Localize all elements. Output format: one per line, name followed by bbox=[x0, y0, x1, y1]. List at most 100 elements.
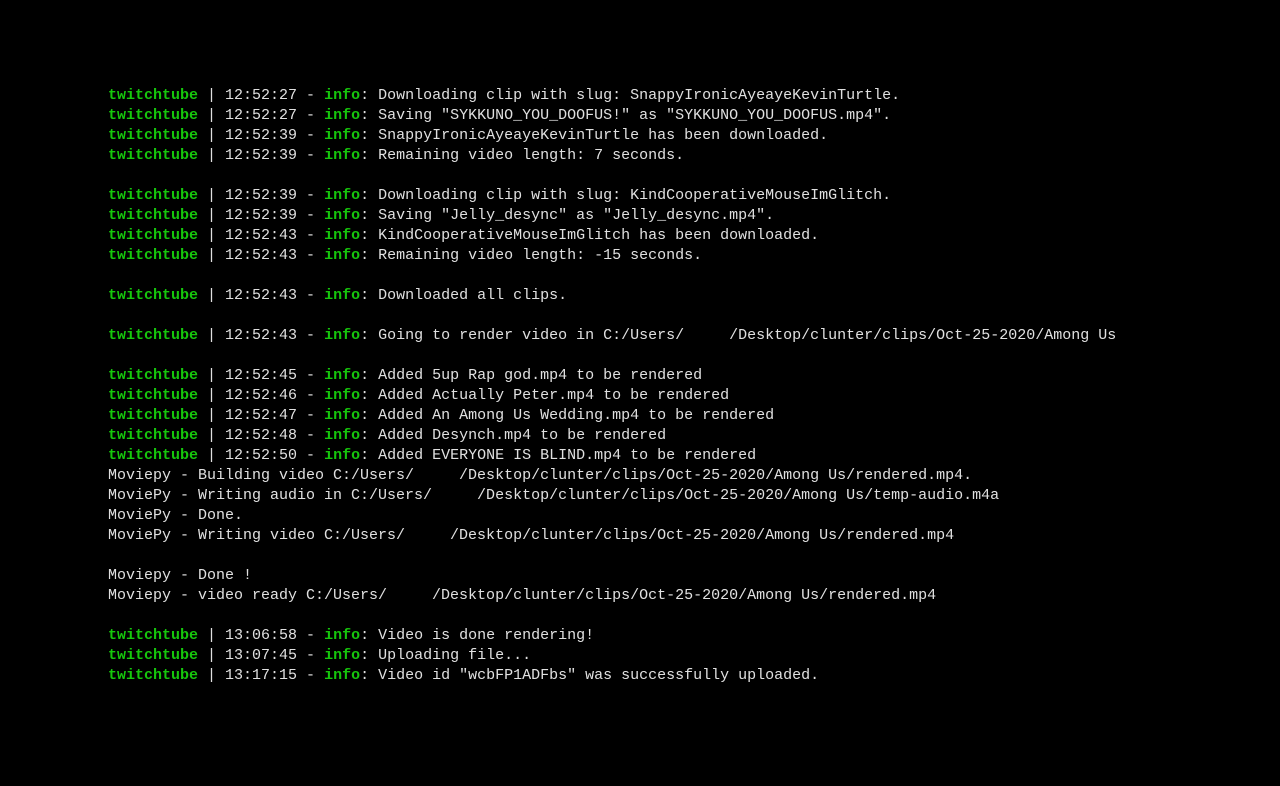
log-line: twitchtube | 12:52:27 - info: Downloadin… bbox=[108, 86, 1280, 106]
log-message: Added An Among Us Wedding.mp4 to be rend… bbox=[378, 407, 774, 424]
separator: | bbox=[198, 247, 225, 264]
log-level: info bbox=[324, 447, 360, 464]
log-line: twitchtube | 12:52:43 - info: Downloaded… bbox=[108, 286, 1280, 306]
plain-text: MoviePy - Writing audio in C:/Users/ /De… bbox=[108, 487, 999, 504]
plain-line: Moviepy - Done ! bbox=[108, 566, 1280, 586]
timestamp: 12:52:43 bbox=[225, 247, 297, 264]
timestamp: 12:52:50 bbox=[225, 447, 297, 464]
log-message: Saving "Jelly_desync" as "Jelly_desync.m… bbox=[378, 207, 774, 224]
timestamp: 12:52:39 bbox=[225, 147, 297, 164]
separator: : bbox=[360, 367, 378, 384]
app-tag: twitchtube bbox=[108, 627, 198, 644]
separator: : bbox=[360, 627, 378, 644]
log-level: info bbox=[324, 327, 360, 344]
timestamp: 13:17:15 bbox=[225, 667, 297, 684]
log-message: Going to render video in C:/Users/ /Desk… bbox=[378, 327, 1116, 344]
separator: - bbox=[297, 207, 324, 224]
plain-text: Moviepy - Done ! bbox=[108, 567, 252, 584]
blank-line bbox=[108, 306, 1280, 326]
log-message: Added Actually Peter.mp4 to be rendered bbox=[378, 387, 729, 404]
log-line: twitchtube | 12:52:43 - info: Going to r… bbox=[108, 326, 1280, 346]
timestamp: 12:52:48 bbox=[225, 427, 297, 444]
separator: - bbox=[297, 127, 324, 144]
log-level: info bbox=[324, 207, 360, 224]
separator: | bbox=[198, 367, 225, 384]
log-level: info bbox=[324, 107, 360, 124]
separator: | bbox=[198, 427, 225, 444]
separator: : bbox=[360, 207, 378, 224]
log-line: twitchtube | 12:52:39 - info: Saving "Je… bbox=[108, 206, 1280, 226]
separator: | bbox=[198, 147, 225, 164]
log-message: Added 5up Rap god.mp4 to be rendered bbox=[378, 367, 702, 384]
separator: : bbox=[360, 187, 378, 204]
timestamp: 12:52:45 bbox=[225, 367, 297, 384]
separator: : bbox=[360, 447, 378, 464]
log-level: info bbox=[324, 427, 360, 444]
timestamp: 12:52:47 bbox=[225, 407, 297, 424]
app-tag: twitchtube bbox=[108, 127, 198, 144]
log-line: twitchtube | 12:52:48 - info: Added Desy… bbox=[108, 426, 1280, 446]
separator: - bbox=[297, 427, 324, 444]
log-message: Video id "wcbFP1ADFbs" was successfully … bbox=[378, 667, 819, 684]
log-level: info bbox=[324, 367, 360, 384]
plain-text: MoviePy - Done. bbox=[108, 507, 243, 524]
log-message: Saving "SYKKUNO_YOU_DOOFUS!" as "SYKKUNO… bbox=[378, 107, 891, 124]
log-line: twitchtube | 12:52:39 - info: Downloadin… bbox=[108, 186, 1280, 206]
separator: - bbox=[297, 627, 324, 644]
separator: : bbox=[360, 647, 378, 664]
separator: | bbox=[198, 287, 225, 304]
app-tag: twitchtube bbox=[108, 147, 198, 164]
separator: : bbox=[360, 387, 378, 404]
separator: - bbox=[297, 327, 324, 344]
log-level: info bbox=[324, 247, 360, 264]
separator: : bbox=[360, 107, 378, 124]
separator: | bbox=[198, 207, 225, 224]
log-message: Video is done rendering! bbox=[378, 627, 594, 644]
blank-line bbox=[108, 606, 1280, 626]
log-message: KindCooperativeMouseImGlitch has been do… bbox=[378, 227, 819, 244]
separator: | bbox=[198, 647, 225, 664]
log-level: info bbox=[324, 287, 360, 304]
app-tag: twitchtube bbox=[108, 427, 198, 444]
separator: | bbox=[198, 407, 225, 424]
separator: | bbox=[198, 227, 225, 244]
blank-line bbox=[108, 546, 1280, 566]
separator: | bbox=[198, 127, 225, 144]
app-tag: twitchtube bbox=[108, 227, 198, 244]
log-message: SnappyIronicAyeayeKevinTurtle has been d… bbox=[378, 127, 828, 144]
timestamp: 13:06:58 bbox=[225, 627, 297, 644]
separator: | bbox=[198, 107, 225, 124]
log-level: info bbox=[324, 407, 360, 424]
log-line: twitchtube | 12:52:50 - info: Added EVER… bbox=[108, 446, 1280, 466]
app-tag: twitchtube bbox=[108, 647, 198, 664]
log-message: Remaining video length: 7 seconds. bbox=[378, 147, 684, 164]
timestamp: 12:52:39 bbox=[225, 127, 297, 144]
plain-text: MoviePy - Writing video C:/Users/ /Deskt… bbox=[108, 527, 954, 544]
plain-line: MoviePy - Writing video C:/Users/ /Deskt… bbox=[108, 526, 1280, 546]
log-level: info bbox=[324, 667, 360, 684]
blank-line bbox=[108, 166, 1280, 186]
app-tag: twitchtube bbox=[108, 667, 198, 684]
log-message: Uploading file... bbox=[378, 647, 531, 664]
separator: - bbox=[297, 447, 324, 464]
plain-line: Moviepy - video ready C:/Users/ /Desktop… bbox=[108, 586, 1280, 606]
separator: - bbox=[297, 247, 324, 264]
separator: : bbox=[360, 407, 378, 424]
log-line: twitchtube | 12:52:39 - info: SnappyIron… bbox=[108, 126, 1280, 146]
separator: - bbox=[297, 287, 324, 304]
separator: : bbox=[360, 667, 378, 684]
plain-line: Moviepy - Building video C:/Users/ /Desk… bbox=[108, 466, 1280, 486]
app-tag: twitchtube bbox=[108, 87, 198, 104]
log-level: info bbox=[324, 87, 360, 104]
plain-text: Moviepy - Building video C:/Users/ /Desk… bbox=[108, 467, 972, 484]
log-message: Downloading clip with slug: SnappyIronic… bbox=[378, 87, 900, 104]
plain-line: MoviePy - Done. bbox=[108, 506, 1280, 526]
log-level: info bbox=[324, 627, 360, 644]
log-message: Added Desynch.mp4 to be rendered bbox=[378, 427, 666, 444]
separator: | bbox=[198, 667, 225, 684]
separator: : bbox=[360, 287, 378, 304]
app-tag: twitchtube bbox=[108, 207, 198, 224]
separator: : bbox=[360, 127, 378, 144]
log-line: twitchtube | 12:52:46 - info: Added Actu… bbox=[108, 386, 1280, 406]
log-message: Remaining video length: -15 seconds. bbox=[378, 247, 702, 264]
